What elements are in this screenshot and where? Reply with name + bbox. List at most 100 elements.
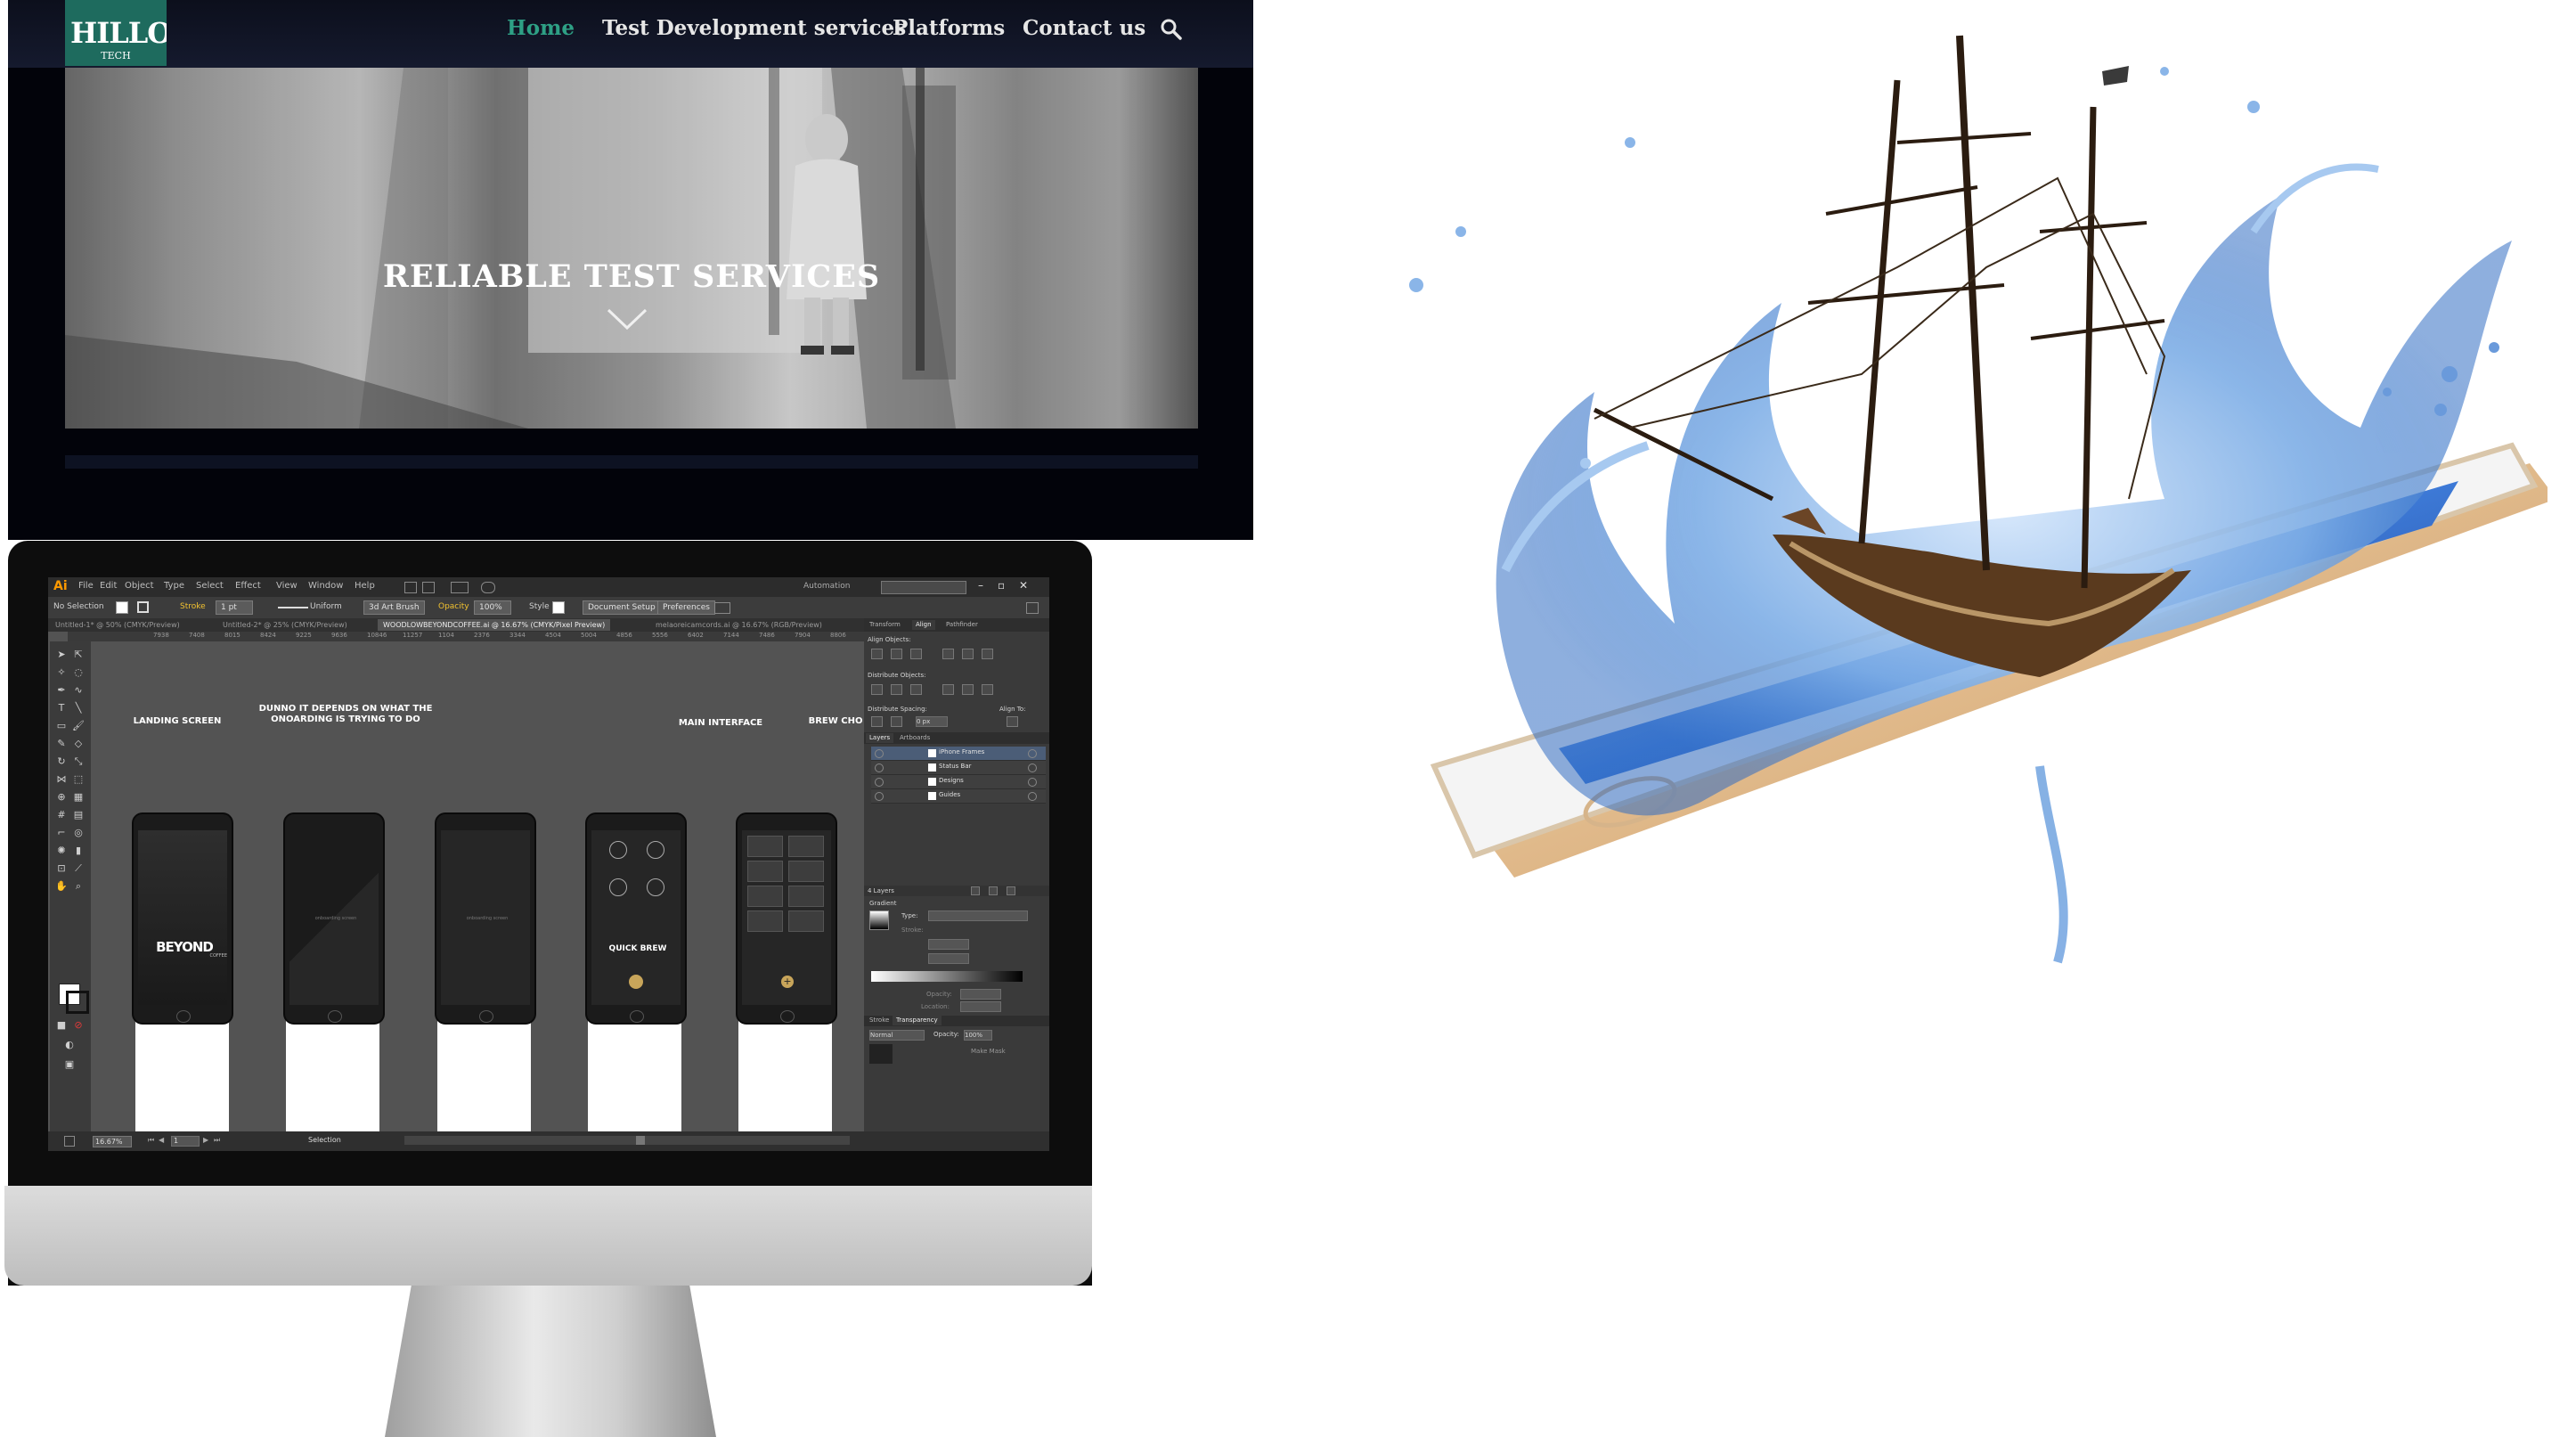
layer-target-icon[interactable] [1028, 749, 1037, 758]
menu-type[interactable]: Type [164, 581, 184, 591]
curvature-tool-icon[interactable]: ∿ [71, 684, 86, 697]
slice-tool-icon[interactable]: ⟋ [71, 862, 86, 875]
doc-tab[interactable]: melaoreicamcords.ai @ 16.67% (RGB/Previe… [650, 619, 827, 631]
magic-wand-tool-icon[interactable]: ✧ [54, 666, 69, 679]
brew-tile[interactable] [788, 910, 824, 932]
document-setup-button[interactable]: Document Setup [583, 600, 661, 615]
first-artboard-icon[interactable]: ⏮ [148, 1136, 154, 1145]
gradient-preview[interactable] [869, 910, 889, 930]
brew-option-icon[interactable] [609, 841, 627, 859]
brew-tile[interactable] [747, 836, 783, 857]
eraser-tool-icon[interactable]: ◇ [71, 738, 86, 750]
selection-tool-icon[interactable]: ➤ [54, 649, 69, 661]
chevron-down-icon[interactable] [605, 306, 649, 333]
brew-tile[interactable] [788, 836, 824, 857]
align-left-icon[interactable] [871, 649, 883, 659]
spacing-vertical-icon[interactable] [871, 716, 883, 727]
distribute-bottom-icon[interactable] [910, 684, 922, 695]
zoom-tool-icon[interactable]: ⌕ [71, 880, 86, 893]
menu-effect[interactable]: Effect [235, 581, 261, 591]
align-options-icon[interactable] [714, 602, 730, 614]
doc-tab-active[interactable]: WOODLOWBEYONDCOFFEE.ai @ 16.67% (CMYK/Pi… [378, 619, 611, 631]
phone-mockup-onboarding-1[interactable]: onboarding screen [283, 812, 385, 1025]
gradient-aspect-field[interactable] [928, 953, 969, 964]
align-vcenter-icon[interactable] [962, 649, 974, 659]
color-mode-icon[interactable]: ■ [54, 1019, 69, 1032]
visibility-eye-icon[interactable] [875, 792, 884, 801]
scroll-thumb[interactable] [636, 1136, 645, 1145]
nav-home-link[interactable]: Home [507, 16, 575, 40]
shape-builder-tool-icon[interactable]: ⊕ [54, 791, 69, 804]
free-transform-tool-icon[interactable]: ⬚ [71, 773, 86, 786]
make-mask-button[interactable]: Make Mask [971, 1048, 1006, 1055]
distribute-right-icon[interactable] [982, 684, 993, 695]
direct-selection-tool-icon[interactable]: ⇱ [71, 649, 86, 661]
gradient-opacity-field[interactable] [960, 989, 1001, 1000]
distribute-hcenter-icon[interactable] [962, 684, 974, 695]
distribute-top-icon[interactable] [871, 684, 883, 695]
doc-tab[interactable]: Untitled-1* @ 50% (CMYK/Preview) [50, 619, 185, 631]
phone-mockup-onboarding-2[interactable]: onboarding screen [435, 812, 536, 1025]
opacity-field[interactable]: 100% [474, 600, 511, 615]
blend-mode-select[interactable]: Normal [869, 1030, 925, 1041]
layer-target-icon[interactable] [1028, 763, 1037, 772]
workspace-switcher[interactable]: Automation [803, 582, 850, 591]
delete-layer-icon[interactable] [1007, 886, 1015, 895]
blend-tool-icon[interactable]: ◎ [71, 827, 86, 839]
brew-tile[interactable] [788, 886, 824, 907]
layer-row[interactable]: Designs [871, 775, 1046, 789]
phone-mockup-landing[interactable]: BEYOND COFFEE [132, 812, 233, 1025]
last-artboard-icon[interactable]: ⏭ [214, 1136, 220, 1145]
transparency-opacity-field[interactable]: 100% [964, 1030, 992, 1041]
graphic-style-swatch[interactable] [552, 601, 565, 614]
brew-tile[interactable] [788, 861, 824, 882]
artboard-number-field[interactable]: 1 [171, 1136, 200, 1147]
type-tool-icon[interactable]: T [54, 702, 69, 714]
column-graph-tool-icon[interactable]: ▮ [71, 845, 86, 857]
layer-row[interactable]: Status Bar [871, 761, 1046, 775]
stroke-color-swatch[interactable] [137, 601, 149, 613]
rotate-tool-icon[interactable]: ↻ [54, 755, 69, 768]
mesh-tool-icon[interactable]: # [54, 809, 69, 821]
phone-mockup-brew-choice[interactable]: + [736, 812, 837, 1025]
coffee-cup-icon[interactable] [629, 975, 643, 989]
layer-row[interactable]: Guides [871, 789, 1046, 804]
lasso-tool-icon[interactable]: ◌ [71, 666, 86, 679]
bridge-icon[interactable] [404, 582, 417, 593]
brush-definition[interactable]: 3d Art Brush [363, 600, 425, 615]
arrange-documents-icon[interactable] [451, 582, 469, 593]
spacing-input[interactable]: 0 px [916, 716, 948, 727]
preferences-button[interactable]: Preferences [657, 600, 715, 615]
align-top-icon[interactable] [942, 649, 954, 659]
align-right-icon[interactable] [910, 649, 922, 659]
visibility-eye-icon[interactable] [875, 749, 884, 758]
tab-align[interactable]: Align [912, 620, 935, 630]
new-layer-icon[interactable] [989, 886, 998, 895]
width-tool-icon[interactable]: ⋈ [54, 773, 69, 786]
gradient-type-select[interactable] [928, 910, 1028, 921]
tab-layers[interactable]: Layers [866, 733, 894, 743]
scale-tool-icon[interactable]: ⤡ [71, 755, 86, 768]
rectangle-tool-icon[interactable]: ▭ [54, 720, 69, 732]
menu-object[interactable]: Object [125, 581, 154, 591]
horizontal-scrollbar[interactable] [404, 1136, 850, 1145]
layer-row[interactable]: iPhone Frames [871, 747, 1046, 761]
nav-contact-link[interactable]: Contact us [1023, 16, 1145, 40]
tab-stroke[interactable]: Stroke [866, 1016, 893, 1025]
perspective-grid-tool-icon[interactable]: ▦ [71, 791, 86, 804]
menu-view[interactable]: View [276, 581, 298, 591]
artboard-canvas[interactable]: LANDING SCREEN DUNNO IT DEPENDS ON WHAT … [91, 641, 862, 1131]
pencil-tool-icon[interactable]: ✎ [54, 738, 69, 750]
brew-tile[interactable] [747, 861, 783, 882]
layer-target-icon[interactable] [1028, 792, 1037, 801]
tab-transform[interactable]: Transform [866, 620, 904, 630]
align-bottom-icon[interactable] [982, 649, 993, 659]
stock-icon[interactable] [422, 582, 435, 593]
gradient-angle-field[interactable] [928, 939, 969, 950]
visibility-eye-icon[interactable] [875, 778, 884, 787]
tab-artboards[interactable]: Artboards [896, 733, 933, 743]
gradient-slider[interactable] [871, 971, 1023, 982]
none-mode-icon[interactable]: ⊘ [71, 1019, 86, 1032]
layer-target-icon[interactable] [1028, 778, 1037, 787]
doc-tab[interactable]: Untitled-2* @ 25% (CMYK/Preview) [217, 619, 353, 631]
